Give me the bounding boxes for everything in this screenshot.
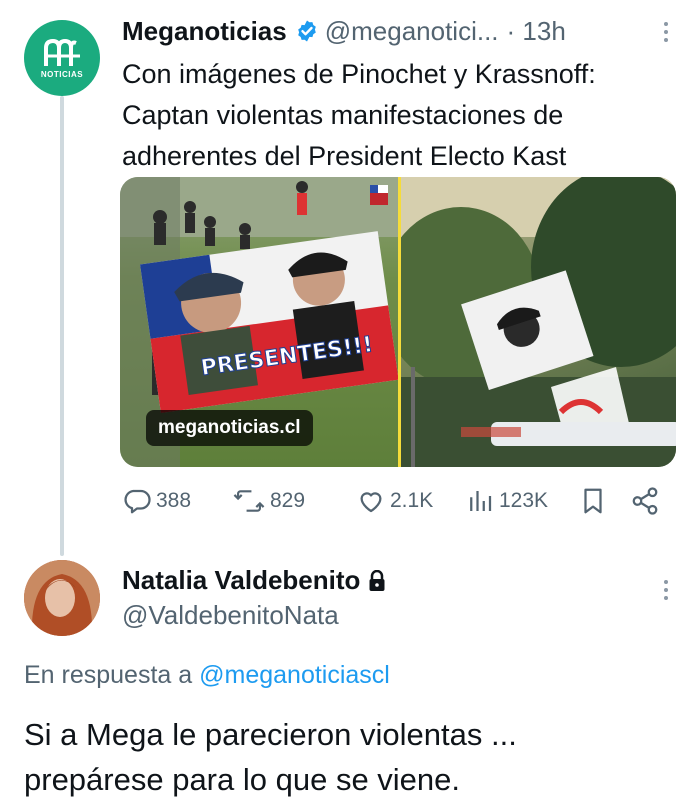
share-icon xyxy=(632,487,658,515)
meganoticias-logo-icon xyxy=(44,38,80,66)
avatar-brand-text: NOTICIAS xyxy=(40,69,84,79)
reply-button[interactable]: 388 xyxy=(122,486,191,516)
views-icon xyxy=(470,491,492,511)
like-icon xyxy=(360,492,382,513)
media-watermark: meganoticias.cl xyxy=(146,410,313,446)
reply-author-name-row: Natalia Valdebenito xyxy=(122,565,386,596)
views-button[interactable]: 123K xyxy=(465,486,548,516)
banner-text-graphic: PRESENTES!!! xyxy=(199,332,375,382)
lock-icon xyxy=(369,569,385,591)
bookmark-icon xyxy=(584,488,602,514)
repost-button[interactable]: 829 xyxy=(232,486,305,516)
tweet-text: Con imágenes de Pinochet y Krassnoff: Ca… xyxy=(122,54,662,177)
more-icon[interactable] xyxy=(664,580,668,600)
reply-text-line: Si a Mega le parecieron violentas ... xyxy=(24,717,517,752)
avatar-photo-illustration xyxy=(24,560,100,636)
repost-count: 829 xyxy=(270,489,306,512)
banner-text: PRESENTES!!! xyxy=(199,332,374,381)
tweet-header: Meganoticias @meganotici... · 13h xyxy=(122,14,668,48)
tweet-actions: 388 829 2.1K 123K xyxy=(122,486,670,522)
flag-photo-illustration xyxy=(401,177,676,467)
author-handle[interactable]: @meganotici... xyxy=(325,16,499,47)
in-reply-to-mention-link[interactable]: @meganoticiascl xyxy=(199,661,390,689)
more-icon[interactable] xyxy=(664,22,668,42)
reply-icon xyxy=(124,489,151,514)
like-button[interactable]: 2.1K xyxy=(356,486,433,516)
in-reply-to-prefix: En respuesta a xyxy=(24,661,193,689)
share-button[interactable] xyxy=(630,486,660,516)
tweet-timestamp[interactable]: · 13h xyxy=(507,16,566,47)
media-image-banner[interactable]: PRESENTES!!! meganoticias.cl xyxy=(120,177,398,467)
media-image-flag[interactable] xyxy=(398,177,676,467)
like-count: 2.1K xyxy=(390,489,434,512)
in-reply-to: En respuesta a @meganoticiascl xyxy=(24,661,390,690)
thread-connector-line xyxy=(60,96,64,556)
reply-text-line: prepárese para lo que se viene. xyxy=(24,762,461,797)
reply-count: 388 xyxy=(156,489,192,512)
tweet-text-line: adherentes del President Electo Kast xyxy=(122,141,567,171)
reply-author-handle[interactable]: @ValdebenitoNata xyxy=(122,600,339,631)
tweet-media[interactable]: PRESENTES!!! meganoticias.cl xyxy=(120,177,676,467)
tweet-text-line: Captan violentas manifestaciones de xyxy=(122,100,564,130)
reply-text: Si a Mega le parecieron violentas ... pr… xyxy=(24,712,644,802)
reply-author-avatar[interactable] xyxy=(24,560,100,636)
verified-badge-icon xyxy=(295,19,319,43)
tweet-text-line: Con imágenes de Pinochet y Krassnoff: xyxy=(122,59,596,89)
bookmark-button[interactable] xyxy=(578,486,608,516)
author-name[interactable]: Meganoticias xyxy=(122,16,287,47)
repost-icon xyxy=(233,490,265,512)
views-count: 123K xyxy=(499,489,549,512)
meganoticias-avatar[interactable]: NOTICIAS xyxy=(24,20,100,96)
reply-author-name[interactable]: Natalia Valdebenito xyxy=(122,565,360,596)
